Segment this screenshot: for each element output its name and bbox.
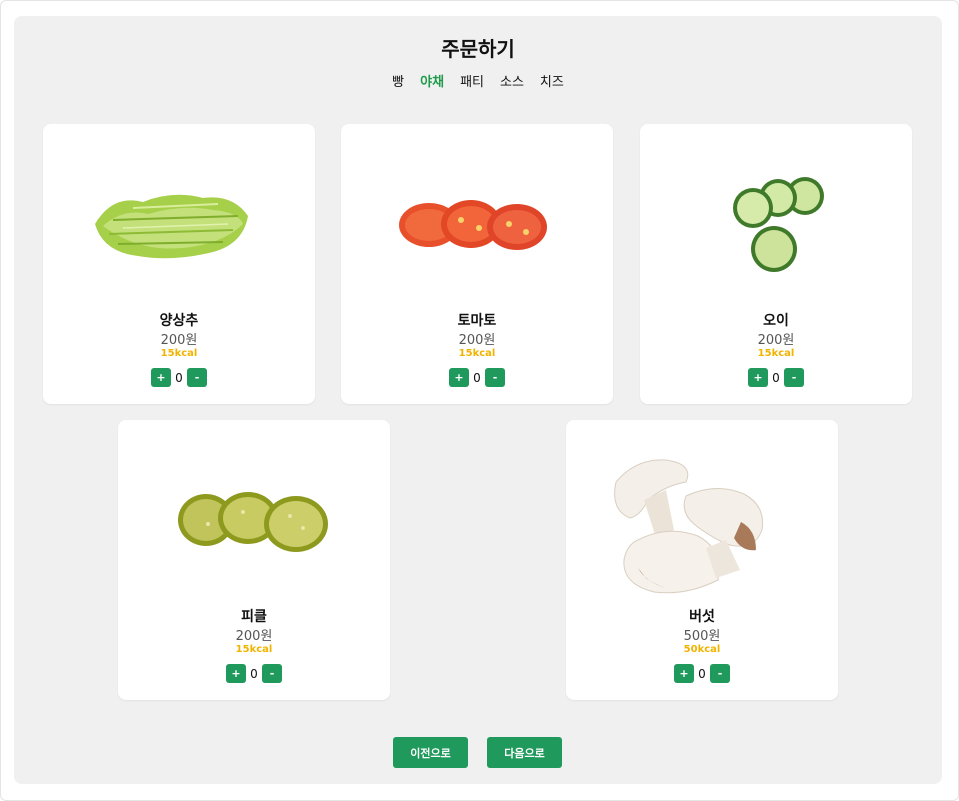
tab-vegetables[interactable]: 야채 bbox=[420, 71, 444, 90]
tab-patty[interactable]: 패티 bbox=[460, 71, 484, 90]
product-card: 토마토 200원 15kcal + 0 - bbox=[341, 124, 613, 404]
product-card: 버섯 500원 50kcal + 0 - bbox=[566, 420, 838, 700]
quantity-stepper: + 0 - bbox=[566, 664, 838, 683]
quantity-stepper: + 0 - bbox=[341, 368, 613, 387]
item-kcal: 15kcal bbox=[757, 348, 795, 359]
order-panel: 주문하기 빵 야채 패티 소스 치즈 양상추 200원 15kcal + 0 - bbox=[14, 16, 942, 784]
plus-button[interactable]: + bbox=[151, 368, 171, 387]
pickle-image bbox=[178, 492, 328, 552]
item-price: 200원 bbox=[757, 333, 795, 348]
prev-button[interactable]: 이전으로 bbox=[393, 737, 468, 768]
product-card: 양상추 200원 15kcal + 0 - bbox=[43, 124, 315, 404]
item-count: 0 bbox=[175, 370, 183, 385]
tomato-image bbox=[399, 200, 547, 250]
tab-bread[interactable]: 빵 bbox=[392, 71, 404, 90]
product-card: 피클 200원 15kcal + 0 - bbox=[118, 420, 390, 700]
quantity-stepper: + 0 - bbox=[640, 368, 912, 387]
item-name: 양상추 bbox=[159, 313, 199, 329]
item-name: 토마토 bbox=[457, 313, 497, 329]
plus-button[interactable]: + bbox=[748, 368, 768, 387]
item-kcal: 15kcal bbox=[160, 348, 198, 359]
product-card: 오이 200원 15kcal + 0 - bbox=[640, 124, 912, 404]
minus-button[interactable]: - bbox=[187, 368, 207, 387]
item-price: 500원 bbox=[683, 629, 721, 644]
item-price: 200원 bbox=[160, 333, 198, 348]
minus-button[interactable]: - bbox=[710, 664, 730, 683]
item-kcal: 15kcal bbox=[458, 348, 496, 359]
item-kcal: 50kcal bbox=[683, 644, 721, 655]
page-title: 주문하기 bbox=[441, 37, 515, 61]
tab-sauce[interactable]: 소스 bbox=[500, 71, 524, 90]
item-count: 0 bbox=[250, 666, 258, 681]
minus-button[interactable]: - bbox=[485, 368, 505, 387]
plus-button[interactable]: + bbox=[449, 368, 469, 387]
plus-button[interactable]: + bbox=[226, 664, 246, 683]
item-name: 버섯 bbox=[689, 609, 715, 625]
plus-button[interactable]: + bbox=[674, 664, 694, 683]
minus-button[interactable]: - bbox=[262, 664, 282, 683]
quantity-stepper: + 0 - bbox=[118, 664, 390, 683]
item-price: 200원 bbox=[458, 333, 496, 348]
item-name: 오이 bbox=[763, 313, 789, 329]
lettuce-image bbox=[95, 194, 248, 259]
item-kcal: 15kcal bbox=[235, 644, 273, 655]
item-count: 0 bbox=[473, 370, 481, 385]
tab-cheese[interactable]: 치즈 bbox=[540, 71, 564, 90]
item-name: 피클 bbox=[241, 609, 267, 625]
minus-button[interactable]: - bbox=[784, 368, 804, 387]
category-tabs: 빵 야채 패티 소스 치즈 bbox=[14, 71, 942, 90]
next-button[interactable]: 다음으로 bbox=[487, 737, 562, 768]
cucumber-image bbox=[733, 177, 824, 272]
quantity-stepper: + 0 - bbox=[43, 368, 315, 387]
item-count: 0 bbox=[698, 666, 706, 681]
item-price: 200원 bbox=[235, 629, 273, 644]
item-count: 0 bbox=[772, 370, 780, 385]
mushroom-image bbox=[614, 459, 764, 594]
